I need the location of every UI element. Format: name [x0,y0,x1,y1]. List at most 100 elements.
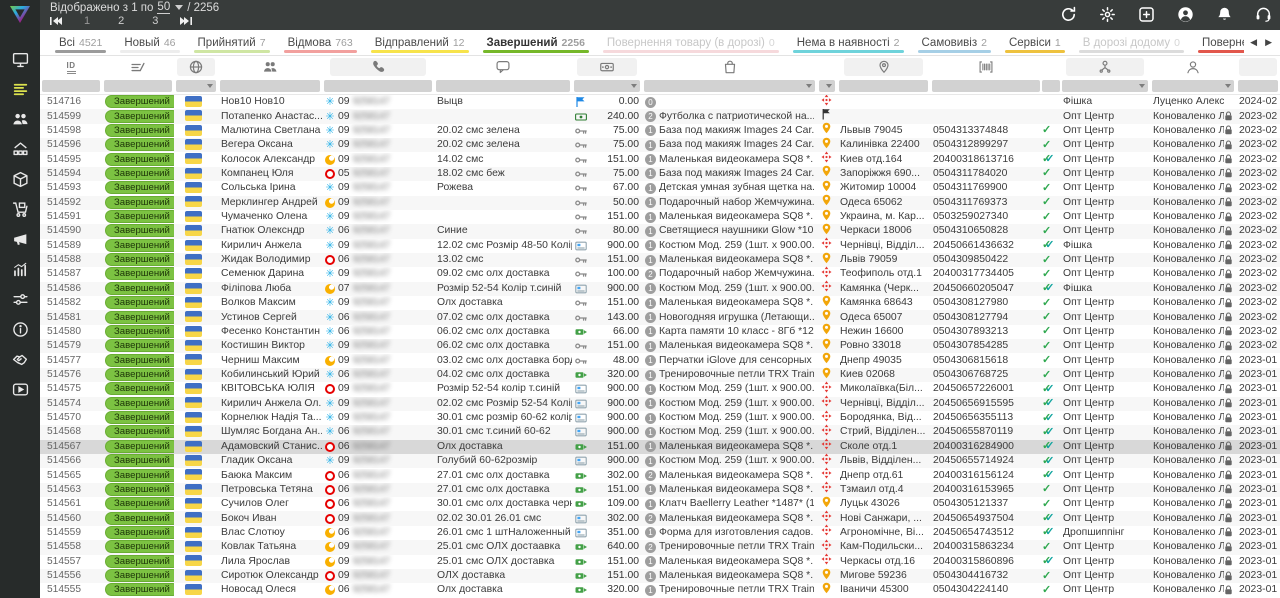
sidebar-item-dashboard[interactable] [0,44,40,74]
table-row[interactable]: 514591 Завершений Чумаченко Олена ✳ 0992… [40,210,1280,224]
table-row[interactable]: 514582 Завершений Волков Максим ✳ 099258… [40,296,1280,310]
column-header-products[interactable] [642,56,817,78]
sidebar-item-structure[interactable] [0,134,40,164]
tab[interactable]: В дорозі додому 0 [1072,30,1191,55]
sidebar-item-settings[interactable] [0,284,40,314]
page-number[interactable]: 1 [84,15,90,27]
table-row[interactable]: 514588 Завершений Жидак Володимир 069258… [40,253,1280,267]
tab[interactable]: Самовивіз 2 [911,30,998,55]
tab[interactable]: Прийнятий 7 [187,30,277,55]
column-header-order-type[interactable] [1060,56,1150,78]
column-header-manager[interactable] [1150,56,1236,78]
filter-date[interactable] [1238,80,1278,92]
sidebar-item-tutorials[interactable] [0,374,40,404]
column-header-date[interactable] [1236,56,1280,78]
table-row[interactable]: 514596 Завершений Вегера Оксана ✳ 099258… [40,138,1280,152]
tab[interactable]: Всі 4521 [48,30,113,55]
table-row[interactable]: 514558 Завершений Ковлак Татьяна 0992581… [40,540,1280,554]
table-row[interactable]: 514581 Завершений Устинов Сергей ✳ 06925… [40,310,1280,324]
table-row[interactable]: 514556 Завершений Сиротюк Олександр 0992… [40,569,1280,583]
table-row[interactable]: 514579 Завершений Костишин Виктор ✳ 0992… [40,339,1280,353]
refresh-icon[interactable] [1059,5,1077,23]
add-module-icon[interactable] [1137,5,1155,23]
filter-ttn-status[interactable] [1042,80,1060,92]
tab-scroll-left[interactable]: ◀ [1250,37,1257,48]
table-row[interactable]: 514575 Завершений КВІТОВСЬКА ЮЛІЯ 099258… [40,382,1280,396]
filter-manager[interactable] [1152,80,1234,92]
filter-country[interactable] [176,80,216,92]
filter-payment[interactable] [574,80,640,92]
column-header-ttn[interactable] [930,56,1042,78]
table-row[interactable]: 514557 Завершений Лила Ярослав 099258147… [40,555,1280,569]
sidebar-item-products[interactable] [0,164,40,194]
filter-ttn[interactable] [932,80,1040,92]
table-row[interactable]: 514568 Завершений Шумляс Богдана Ан... ✳… [40,425,1280,439]
table-row[interactable]: 514595 Завершений Колосок Александр 0992… [40,152,1280,166]
column-header-ttn-status[interactable] [1042,56,1060,78]
table-row[interactable]: 514594 Завершений Компанец Юля 059258147… [40,167,1280,181]
table-row[interactable]: 514589 Завершений Кирилич Анжела ✳ 09925… [40,239,1280,253]
filter-status[interactable] [104,80,172,92]
filter-products[interactable] [644,80,815,92]
tab[interactable]: Сервіси 1 [998,30,1072,55]
page-size-dropdown[interactable]: 50 [157,1,170,14]
column-header-payment[interactable] [572,56,642,78]
table-row[interactable]: 514563 Завершений Петровська Тетяна 0692… [40,483,1280,497]
sidebar-item-info[interactable] [0,314,40,344]
filter-phone[interactable] [324,80,432,92]
table-row[interactable]: 514570 Завершений Корнелюк Надія Та... ✳… [40,411,1280,425]
first-page-button[interactable] [50,16,62,26]
filter-client[interactable] [220,80,320,92]
table-row[interactable]: 514555 Завершений Новосад Олеся 06925814… [40,583,1280,597]
filter-comment[interactable] [436,80,570,92]
column-header-comment[interactable] [434,56,572,78]
tab[interactable]: Завершений 2256 [476,30,596,55]
column-header-delivery[interactable] [817,56,837,78]
filter-address[interactable] [839,80,928,92]
table-row[interactable]: 514565 Завершений Баюка Максим 069258147… [40,468,1280,482]
table-row[interactable]: 514561 Завершений Сучилов Олег 069258147… [40,497,1280,511]
table-row[interactable]: 514586 Завершений Філіпова Люба 07925814… [40,282,1280,296]
notifications-bell-icon[interactable] [1215,5,1233,23]
table-row[interactable]: 514587 Завершений Семенюк Дарина ✳ 09925… [40,267,1280,281]
page-number[interactable]: 2 [118,15,124,27]
column-header-country[interactable] [174,56,218,78]
table-row[interactable]: 514574 Завершений Кирилич Анжела Ол... ✳… [40,397,1280,411]
sidebar-item-orders[interactable] [0,74,40,104]
table-row[interactable]: 514580 Завершений Фесенко Константин ✳ 0… [40,325,1280,339]
last-page-button[interactable] [180,16,192,26]
filter-delivery[interactable] [819,80,835,92]
sidebar-item-partners[interactable] [0,344,40,374]
tab[interactable]: Відправлений 12 [364,30,476,55]
table-row[interactable]: 514567 Завершений Адамовский Станис... 0… [40,440,1280,454]
sidebar-item-clients[interactable] [0,104,40,134]
table-row[interactable]: 514599 Завершений Потапенко Анастас... ✳… [40,109,1280,123]
column-header-status[interactable] [102,56,174,78]
table-row[interactable]: 514598 Завершений Малютина Светлана ✳ 09… [40,124,1280,138]
tab[interactable]: Відмова 763 [277,30,364,55]
filter-id[interactable] [42,80,100,92]
tab[interactable]: Новый 46 [113,30,186,55]
sidebar-item-statistics[interactable] [0,254,40,284]
table-row[interactable]: 514577 Завершений Черниш Максим 09925814… [40,353,1280,367]
table-row[interactable]: 514592 Завершений Мерклингер Андрей 0992… [40,196,1280,210]
table-row[interactable]: 514593 Завершений Сольська Ірина ✳ 09925… [40,181,1280,195]
app-logo-icon[interactable] [8,4,32,30]
table-row[interactable]: 514576 Завершений Кобилинський Юрий ✳ 06… [40,368,1280,382]
column-header-address[interactable] [837,56,930,78]
account-icon[interactable] [1176,5,1194,23]
column-header-client[interactable] [218,56,322,78]
tab[interactable]: Нема в наявності 2 [786,30,911,55]
table-row[interactable]: 514716 Завершений Нов10 Нов10 ✳ 09925814… [40,95,1280,109]
sidebar-item-marketing[interactable] [0,224,40,254]
table-row[interactable]: 514559 Завершений Влас Слотюу 069258147 … [40,526,1280,540]
settings-gear-icon[interactable] [1098,5,1116,23]
tab[interactable]: Повернення товару (в дорозі) 0 [596,30,786,55]
column-header-id[interactable]: ID [40,56,102,78]
tab-scroll-right[interactable]: ▶ [1265,37,1272,48]
table-row[interactable]: 514566 Завершений Гладик Оксана ✳ 099258… [40,454,1280,468]
page-number[interactable]: 3 [152,15,158,27]
support-headset-icon[interactable] [1254,5,1272,23]
table-row[interactable]: 514560 Завершений Бокоч Иван 099258147 0… [40,511,1280,525]
column-header-phone[interactable] [322,56,434,78]
